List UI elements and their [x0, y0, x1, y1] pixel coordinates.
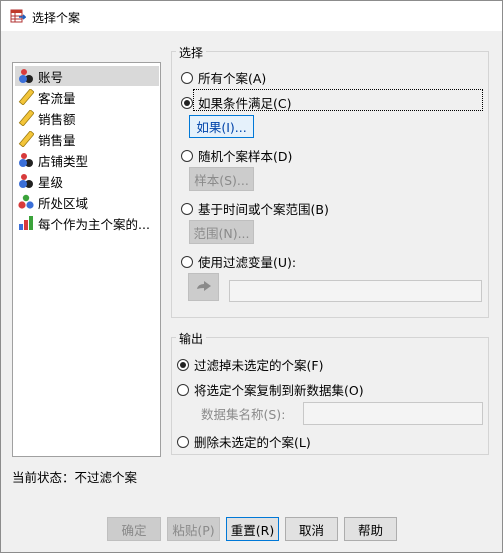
nominal-icon	[19, 69, 33, 83]
output-group-title: 输出	[176, 330, 207, 347]
paste-button[interactable]: 粘贴(P)	[167, 517, 220, 541]
filter-variable-field[interactable]	[229, 280, 482, 302]
radio-filter-variable[interactable]: 使用过滤变量(U):	[181, 252, 296, 271]
radio-label: 过滤掉未选定的个案(F)	[194, 358, 324, 373]
nominal-icon	[19, 174, 33, 188]
variable-item-primary-case[interactable]: 每个作为主个案的...	[15, 213, 159, 233]
ordinal-icon	[19, 216, 33, 230]
radio-filter-out[interactable]: 过滤掉未选定的个案(F)	[177, 355, 323, 374]
variable-label: 店铺类型	[38, 153, 89, 169]
scale-icon	[18, 89, 34, 105]
move-variable-button[interactable]	[188, 273, 219, 301]
radio-label: 随机个案样本(D)	[198, 149, 293, 164]
variable-label: 所处区域	[38, 195, 89, 211]
radio-button[interactable]	[181, 149, 193, 162]
variable-item-region[interactable]: 所处区域	[15, 192, 159, 212]
nominal-color-icon	[18, 194, 34, 209]
radio-label: 使用过滤变量(U):	[198, 255, 297, 270]
radio-button[interactable]	[177, 358, 189, 371]
radio-label: 将选定个案复制到新数据集(O)	[194, 383, 364, 398]
range-button[interactable]: 范围(N)...	[189, 220, 254, 244]
nominal-icon	[19, 153, 33, 167]
help-button[interactable]: 帮助	[344, 517, 397, 541]
select-group-title: 选择	[176, 44, 207, 61]
variable-item-account[interactable]: 账号	[15, 66, 159, 86]
radio-button[interactable]	[181, 96, 193, 109]
ok-button[interactable]: 确定	[107, 517, 161, 541]
variable-item-store-type[interactable]: 店铺类型	[15, 150, 159, 170]
variable-label: 每个作为主个案的...	[38, 216, 150, 232]
scale-icon	[18, 110, 34, 126]
spss-app-icon	[10, 9, 26, 23]
window-title: 选择个案	[32, 11, 81, 25]
radio-label: 如果条件满足(C)	[198, 96, 292, 111]
radio-if-condition[interactable]: 如果条件满足(C)	[181, 93, 291, 112]
radio-button[interactable]	[177, 383, 189, 396]
variable-label: 销售额	[38, 111, 76, 127]
variable-item-sales-amount[interactable]: 销售额	[15, 108, 159, 128]
radio-label: 所有个案(A)	[198, 71, 267, 86]
radio-delete-unselected[interactable]: 删除未选定的个案(L)	[177, 432, 311, 451]
radio-random-sample[interactable]: 随机个案样本(D)	[181, 146, 292, 165]
radio-button[interactable]	[181, 202, 193, 215]
reset-button[interactable]: 重置(R)	[226, 517, 279, 541]
variable-label: 星级	[38, 174, 64, 190]
radio-label: 删除未选定的个案(L)	[194, 435, 311, 450]
radio-all-cases[interactable]: 所有个案(A)	[181, 68, 266, 87]
variable-item-star-rating[interactable]: 星级	[15, 171, 159, 191]
radio-label: 基于时间或个案范围(B)	[198, 202, 329, 217]
arrow-right-icon	[196, 281, 211, 291]
variable-label: 账号	[38, 69, 64, 85]
variable-item-traffic[interactable]: 客流量	[15, 87, 159, 107]
variable-list[interactable]: 账号 客流量 销售额 销售量 店铺类型 星级 所处区域 每个作为主个案的...	[12, 62, 161, 457]
radio-copy-new-dataset[interactable]: 将选定个案复制到新数据集(O)	[177, 380, 364, 399]
radio-time-range[interactable]: 基于时间或个案范围(B)	[181, 199, 329, 218]
radio-button[interactable]	[181, 71, 193, 84]
dataset-name-input[interactable]	[303, 402, 483, 425]
scale-icon	[18, 131, 34, 147]
radio-button[interactable]	[181, 255, 193, 268]
status-text: 当前状态：不过滤个案	[12, 470, 138, 485]
variable-item-sales-volume[interactable]: 销售量	[15, 129, 159, 149]
dataset-name-label: 数据集名称(S):	[201, 407, 286, 422]
radio-button[interactable]	[177, 435, 189, 448]
select-cases-dialog: 选择个案 账号 客流量 销售额 销售量 店铺类型 星级 所处区域 每个作为主个案…	[0, 0, 503, 553]
cancel-button[interactable]: 取消	[285, 517, 338, 541]
title-bar: 选择个案	[1, 1, 502, 31]
variable-label: 客流量	[38, 90, 76, 106]
sample-button[interactable]: 样本(S)...	[189, 167, 254, 191]
variable-label: 销售量	[38, 132, 76, 148]
if-button[interactable]: 如果(I)...	[189, 115, 254, 138]
